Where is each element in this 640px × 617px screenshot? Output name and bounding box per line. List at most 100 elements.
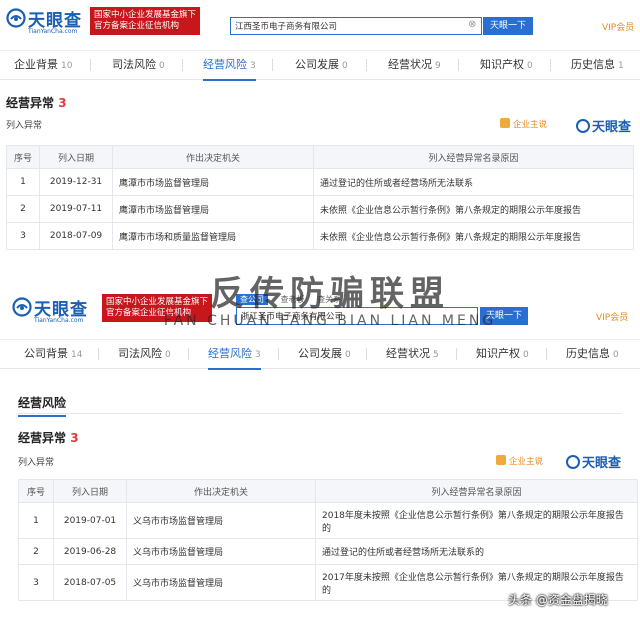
- main-tabs: 公司背景 14 司法风险 0 经营风险 3 公司发展 0 经营状况 5 知识产权 0 历史信…: [0, 339, 640, 370]
- cell-authority: 义乌市市场监督管理局: [126, 538, 316, 565]
- tab-count: 0: [613, 350, 619, 360]
- tab-count: 1: [618, 61, 624, 71]
- tab-divider: [278, 348, 279, 360]
- cell-date: 2019-12-31: [39, 168, 113, 196]
- clear-icon[interactable]: ⊗: [468, 19, 476, 30]
- tab-count: 5: [433, 350, 439, 360]
- tab-label: 公司发展: [298, 347, 342, 360]
- tab-label: 司法风险: [118, 347, 162, 360]
- table-row: 2 2019-06-28 义乌市市场监督管理局 通过登记的住所或者经营场所无法联…: [18, 538, 638, 565]
- tab-history-info[interactable]: 历史信息 0: [566, 340, 619, 368]
- tab-judicial-risk[interactable]: 司法风险 0: [118, 340, 171, 368]
- tab-label: 经营风险: [203, 58, 247, 71]
- search-tab-relation[interactable]: 查关系: [317, 295, 341, 304]
- tab-divider: [188, 348, 189, 360]
- cell-reason: 通过登记的住所或者经营场所无法联系: [313, 168, 634, 196]
- tab-label: 司法风险: [112, 58, 156, 71]
- tab-operating-risk[interactable]: 经营风险 3: [203, 51, 256, 81]
- search-button[interactable]: 天眼一下: [480, 307, 528, 325]
- tab-label: 历史信息: [566, 347, 610, 360]
- tab-operating-risk[interactable]: 经营风险 3: [208, 340, 261, 370]
- tab-label: 公司背景: [24, 347, 68, 360]
- cell-no: 3: [6, 222, 40, 250]
- banner-line: 官方备案企业征信机构: [106, 308, 192, 318]
- cell-reason: 2018年度未按照《企业信息公示暂行条例》第八条规定的期限公示年度报告的: [315, 502, 638, 539]
- abnormal-table: 序号 列入日期 作出决定机关 列入经营异常名录原因 1 2019-12-31 鹰…: [6, 145, 634, 250]
- tab-count: 0: [165, 350, 171, 360]
- tab-label: 企业背景: [14, 58, 58, 71]
- banner-line: 国家中小企业发展基金旗下: [106, 297, 209, 307]
- tab-company-background[interactable]: 公司背景 14: [24, 340, 82, 368]
- megaphone-icon: [500, 118, 510, 128]
- cell-date: 2018-07-05: [53, 564, 127, 601]
- tab-divider: [366, 59, 367, 71]
- search-tab-boss[interactable]: 查老板: [281, 295, 305, 304]
- tianyancha-logo[interactable]: 天眼查 TianYanCha.com: [6, 6, 86, 40]
- screenshot-panel-1: 天眼查 TianYanCha.com 国家中小企业发展基金旗下 官方备案企业征信…: [0, 0, 640, 262]
- cell-authority: 鹰潭市市场监督管理局: [112, 168, 314, 196]
- table-row: 3 2018-07-09 鹰潭市市场和质量监督管理局 未依照《企业信息公示暂行条…: [6, 222, 634, 250]
- col-header: 列入经营异常名录原因: [313, 145, 634, 169]
- tianyancha-logo[interactable]: 天眼查 TianYanCha.com: [12, 295, 92, 329]
- tab-label: 知识产权: [480, 58, 524, 71]
- tab-divider: [272, 59, 273, 71]
- tab-intellectual-property[interactable]: 知识产权 0: [476, 340, 529, 368]
- tab-count: 0: [159, 61, 165, 71]
- tab-divider: [546, 348, 547, 360]
- vip-link[interactable]: VIP会员: [596, 310, 628, 323]
- col-header: 作出决定机关: [112, 145, 314, 169]
- tab-operating-status[interactable]: 经营状况 9: [388, 51, 441, 79]
- tab-divider: [550, 59, 551, 71]
- table-row: 2 2019-07-11 鹰潭市市场监督管理局 未依照《企业信息公示暂行条例》第…: [6, 195, 634, 223]
- tab-count: 14: [71, 350, 83, 360]
- screenshot-panel-2: 天眼查 TianYanCha.com 国家中小企业发展基金旗下 官方备案企业征信…: [0, 285, 640, 617]
- search-type-tabs: 查公司 查老板 查关系: [236, 294, 351, 305]
- col-header: 列入日期: [53, 479, 127, 503]
- cell-no: 2: [18, 538, 54, 565]
- cell-authority: 义乌市市场监督管理局: [126, 502, 316, 539]
- site-header: 天眼查 TianYanCha.com 国家中小企业发展基金旗下 官方备案企业征信…: [0, 0, 640, 48]
- banner-line: 官方备案企业征信机构: [94, 21, 180, 31]
- tab-company-background[interactable]: 企业背景 10: [14, 51, 72, 79]
- search-value: 江西圣币电子商务有限公司: [235, 22, 338, 32]
- owner-says-link[interactable]: 企业主说: [500, 118, 547, 130]
- tab-history-info[interactable]: 历史信息 1: [571, 51, 624, 79]
- cell-authority: 鹰潭市市场和质量监督管理局: [112, 222, 314, 250]
- owner-says-link[interactable]: 企业主说: [496, 455, 543, 467]
- tab-company-development[interactable]: 公司发展 0: [295, 51, 348, 79]
- official-banner: 国家中小企业发展基金旗下 官方备案企业征信机构: [90, 7, 201, 35]
- search-input[interactable]: 浙江圣币电子商务有限公司: [236, 307, 478, 325]
- col-header: 序号: [6, 145, 40, 169]
- tab-divider: [456, 348, 457, 360]
- vip-link[interactable]: VIP会员: [602, 20, 634, 33]
- col-header: 列入经营异常名录原因: [315, 479, 638, 503]
- search-input[interactable]: 江西圣币电子商务有限公司: [230, 17, 482, 35]
- eye-logo-icon: [566, 455, 580, 469]
- tab-count: 3: [250, 61, 256, 71]
- official-banner: 国家中小企业发展基金旗下 官方备案企业征信机构: [102, 294, 213, 322]
- site-header: 天眼查 TianYanCha.com 国家中小企业发展基金旗下 官方备案企业征信…: [0, 285, 640, 333]
- abnormal-table: 序号 列入日期 作出决定机关 列入经营异常名录原因 1 2019-07-01 义…: [18, 479, 638, 601]
- tab-count: 3: [255, 350, 261, 360]
- table-header-row: 序号 列入日期 作出决定机关 列入经营异常名录原因: [6, 145, 634, 169]
- section-count: 3: [58, 96, 67, 110]
- tab-company-development[interactable]: 公司发展 0: [298, 340, 351, 368]
- col-header: 列入日期: [39, 145, 113, 169]
- tab-divider: [458, 59, 459, 71]
- search-tab-company[interactable]: 查公司: [236, 294, 268, 305]
- cell-date: 2019-07-11: [39, 195, 113, 223]
- tab-label: 经营状况: [386, 347, 430, 360]
- tab-operating-status[interactable]: 经营状况 5: [386, 340, 439, 368]
- cell-reason: 通过登记的住所或者经营场所无法联系的: [315, 538, 638, 565]
- cell-no: 1: [18, 502, 54, 539]
- search-button[interactable]: 天眼一下: [483, 17, 533, 35]
- sub-label: 列入异常: [6, 121, 43, 131]
- tab-judicial-risk[interactable]: 司法风险 0: [112, 51, 165, 79]
- watermark-logo-text: 天眼查: [592, 120, 632, 135]
- cell-reason: 未依照《企业信息公示暂行条例》第八条规定的期限公示年度报告: [313, 195, 634, 223]
- tab-intellectual-property[interactable]: 知识产权 0: [480, 51, 533, 79]
- tab-count: 0: [523, 350, 529, 360]
- cell-no: 2: [6, 195, 40, 223]
- section-title-text: 经营异常: [6, 96, 55, 110]
- owner-says-label: 企业主说: [509, 457, 544, 467]
